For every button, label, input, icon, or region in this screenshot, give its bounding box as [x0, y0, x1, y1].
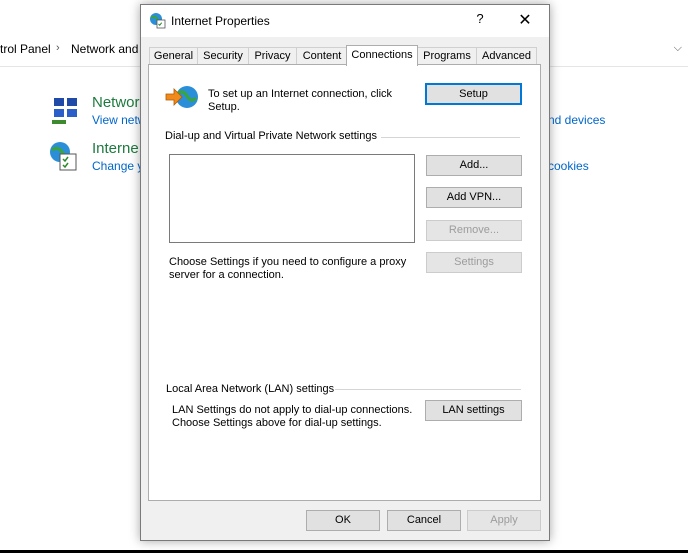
remove-button[interactable]: Remove...	[426, 220, 522, 241]
lan-instructions: LAN Settings do not apply to dial-up con…	[172, 404, 413, 429]
connections-panel: To set up an Internet connection, click …	[148, 64, 541, 501]
dialup-group-divider	[381, 137, 520, 138]
chevron-down-icon[interactable]: ⌵	[674, 42, 682, 55]
internet-connection-wizard-icon	[165, 86, 198, 108]
breadcrumb-separator-icon: ›	[56, 42, 60, 54]
tab-privacy[interactable]: Privacy	[248, 47, 297, 65]
internet-options-icon	[50, 142, 77, 171]
lan-group-divider	[335, 389, 521, 390]
connections-list[interactable]	[169, 154, 415, 243]
tab-content[interactable]: Content	[296, 47, 348, 65]
tab-connections[interactable]: Connections	[346, 45, 418, 66]
internet-options-link[interactable]: Change y	[92, 159, 143, 173]
internet-properties-dialog: Internet Properties ? ✕ General Security…	[140, 4, 550, 541]
network-center-icon	[52, 98, 77, 124]
setup-button[interactable]: Setup	[425, 83, 522, 105]
settings-button[interactable]: Settings	[426, 252, 522, 273]
lan-group-label: Local Area Network (LAN) settings	[166, 383, 335, 395]
tab-advanced[interactable]: Advanced	[476, 47, 537, 65]
network-center-link[interactable]: View netw	[92, 113, 146, 127]
tab-programs[interactable]: Programs	[417, 47, 477, 65]
tab-general[interactable]: General	[149, 47, 198, 65]
tab-security[interactable]: Security	[197, 47, 249, 65]
cancel-button[interactable]: Cancel	[387, 510, 461, 531]
internet-options-title[interactable]: Interne	[92, 140, 139, 157]
apply-button[interactable]: Apply	[467, 510, 541, 531]
help-button[interactable]: ?	[467, 11, 493, 31]
breadcrumb-network[interactable]: Network and	[71, 42, 138, 56]
add-button[interactable]: Add...	[426, 155, 522, 176]
tab-strip: General Security Privacy Content Connect…	[149, 45, 541, 66]
internet-options-icon	[150, 13, 166, 29]
proxy-instructions: Choose Settings if you need to configure…	[169, 256, 407, 281]
ok-button[interactable]: OK	[306, 510, 380, 531]
setup-instructions: To set up an Internet connection, click …	[208, 88, 393, 113]
dialup-group-label: Dial-up and Virtual Private Network sett…	[165, 130, 377, 142]
network-center-link-right[interactable]: nd devices	[548, 113, 605, 127]
dialog-titlebar[interactable]: Internet Properties ? ✕	[141, 5, 549, 37]
breadcrumb-control-panel[interactable]: trol Panel	[0, 42, 51, 56]
lan-settings-button[interactable]: LAN settings	[425, 400, 522, 421]
network-center-title[interactable]: Networ	[92, 94, 140, 111]
dialog-title: Internet Properties	[171, 14, 270, 28]
close-button[interactable]: ✕	[511, 10, 539, 32]
internet-options-link-right[interactable]: cookies	[548, 159, 589, 173]
add-vpn-button[interactable]: Add VPN...	[426, 187, 522, 208]
